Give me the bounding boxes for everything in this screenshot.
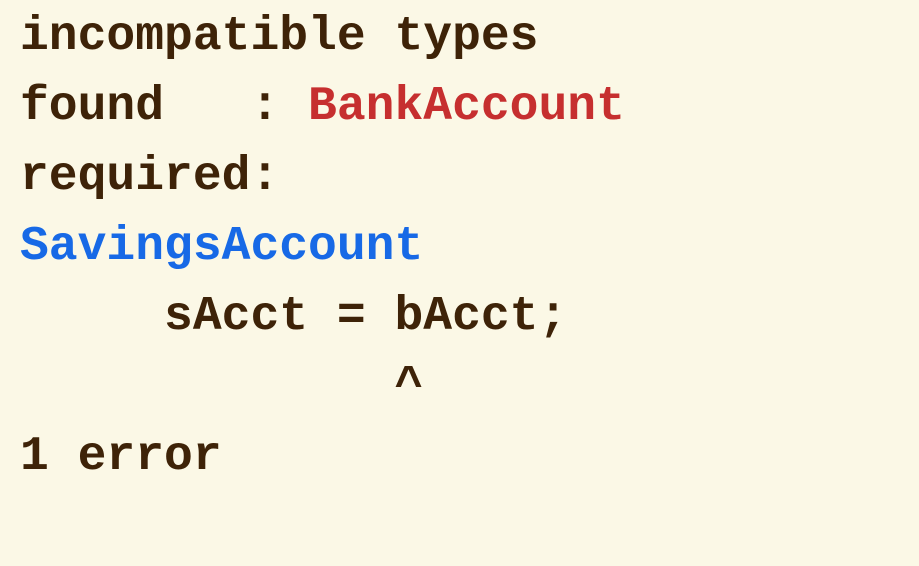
error-caret: ^ (20, 360, 424, 414)
found-label: found : (20, 80, 309, 134)
offending-code-line: sAcct = bAcct; (20, 290, 568, 344)
error-message: incompatible types (20, 10, 539, 64)
required-label: required: (20, 150, 280, 204)
compiler-output: incompatible types found : BankAccount r… (0, 0, 919, 566)
found-type: BankAccount (308, 80, 625, 134)
found-line: found : BankAccount (20, 72, 919, 142)
required-type: SavingsAccount (20, 220, 424, 274)
error-count: 1 error (20, 430, 222, 484)
